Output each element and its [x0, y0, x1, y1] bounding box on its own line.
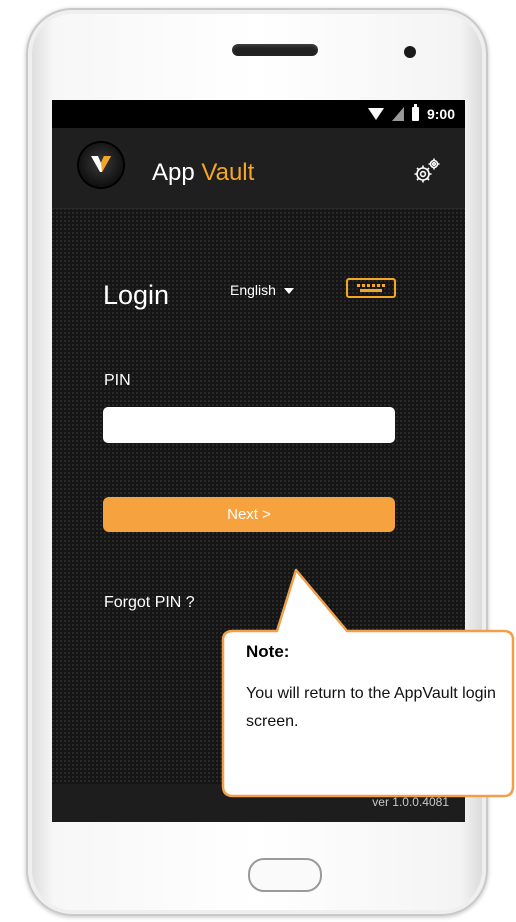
version-text: ver 1.0.0.4081: [372, 795, 449, 809]
appvault-logo-icon: [79, 143, 123, 187]
next-button[interactable]: Next >: [103, 497, 395, 532]
keyboard-icon[interactable]: [346, 278, 396, 298]
home-button[interactable]: [248, 858, 322, 892]
speaker-grille: [232, 44, 318, 56]
app-title-app: App: [152, 159, 195, 186]
language-select[interactable]: English: [230, 282, 294, 298]
note-body: You will return to the AppVault login sc…: [246, 685, 496, 730]
login-heading: Login: [103, 280, 170, 310]
battery-icon: [411, 104, 419, 121]
footer-bar: ver 1.0.0.4081: [52, 784, 465, 822]
language-value: English: [230, 282, 276, 298]
signal-icon: [392, 107, 404, 121]
settings-gear-icon[interactable]: [411, 156, 443, 190]
caret-down-icon: [283, 288, 294, 294]
pin-input[interactable]: [103, 407, 395, 443]
wifi-icon: [367, 108, 384, 120]
status-bar: 9:00: [52, 100, 465, 128]
note-title: Note:: [246, 642, 290, 661]
forgot-pin-link[interactable]: Forgot PIN ?: [104, 594, 195, 612]
pin-label: PIN: [104, 372, 131, 389]
app-bar: App Vault: [52, 128, 465, 209]
app-title-vault: Vault: [201, 159, 255, 186]
app-title: App Vault: [152, 159, 254, 187]
status-time: 9:00: [426, 106, 455, 122]
front-camera: [404, 46, 416, 58]
